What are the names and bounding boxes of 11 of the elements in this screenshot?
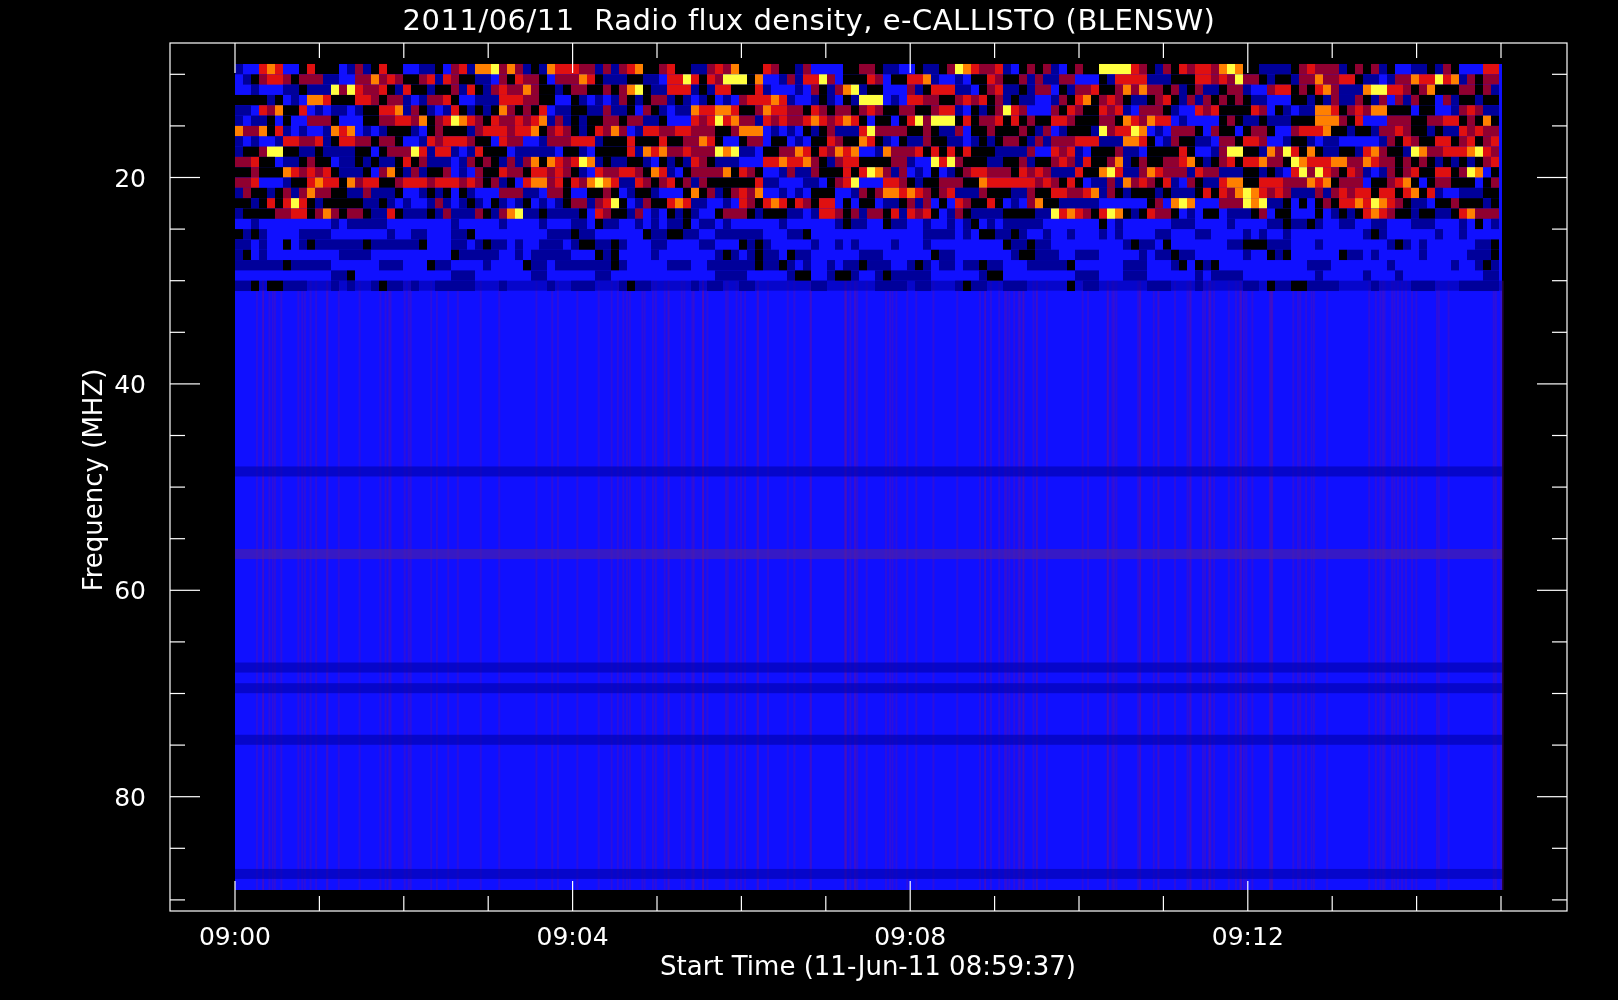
x-tick-label: 09:12 [1211,922,1284,951]
x-tick-label: 09:04 [536,922,609,951]
y-axis-title: Frequency (MHZ) [78,368,108,592]
y-tick-label: 80 [114,782,146,812]
x-tick-label: 09:08 [874,922,947,951]
y-tick-label: 60 [114,576,146,606]
x-axis-title: Start Time (11-Jun-11 08:59:37) [660,951,1076,981]
y-tick-label: 40 [114,369,146,399]
chart-title: 2011/06/11 Radio flux density, e-CALLISTO (BLENSW) [402,2,1216,39]
y-tick-label: 20 [114,163,146,193]
x-tick-label: 09:00 [199,922,271,951]
